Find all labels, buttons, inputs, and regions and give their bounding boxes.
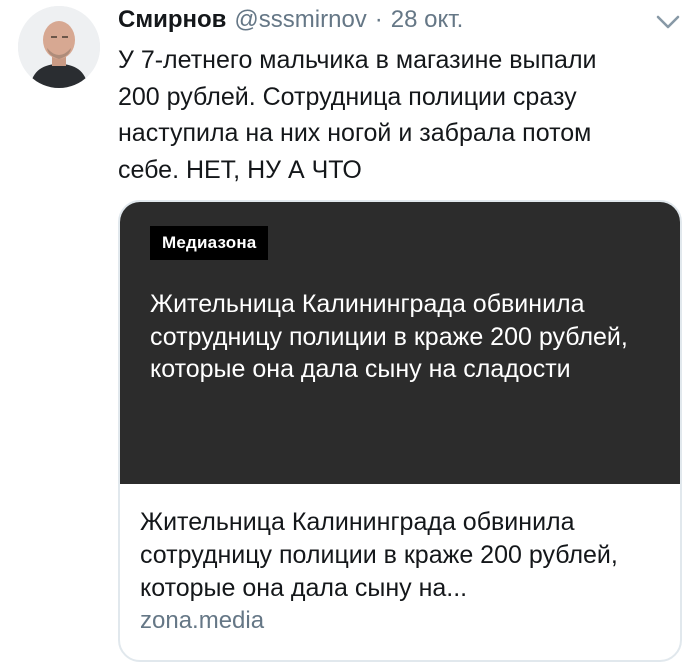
card-title: Жительница Калининграда обвинила сотрудн… [140, 508, 618, 602]
timestamp[interactable]: 28 окт. [391, 6, 463, 34]
card-image[interactable]: Медиазона Жительница Калининграда обвини… [120, 202, 680, 484]
author-handle[interactable]: @sssmirnov [234, 6, 366, 34]
avatar[interactable] [18, 6, 100, 88]
chevron-down-icon[interactable] [654, 10, 682, 34]
tweet-text: У 7-летнего мальчика в магазине выпали 2… [118, 46, 597, 184]
brand-label: Медиазона [150, 226, 269, 260]
tweet: Смирнов @sssmirnov · 28 окт. У 7-летнего… [0, 0, 700, 672]
author-name[interactable]: Смирнов [118, 6, 226, 34]
image-headline: Жительница Калининграда обвинила сотрудн… [150, 290, 628, 383]
tweet-header: Смирнов @sssmirnov · 28 окт. [118, 6, 463, 36]
card-domain: zona.media [140, 607, 265, 634]
avatar-photo [18, 6, 100, 88]
card-body: Жительница Калининграда обвинила сотрудн… [120, 484, 680, 635]
link-card[interactable]: Медиазона Жительница Калининграда обвини… [118, 200, 682, 662]
separator-dot: · [374, 6, 383, 33]
